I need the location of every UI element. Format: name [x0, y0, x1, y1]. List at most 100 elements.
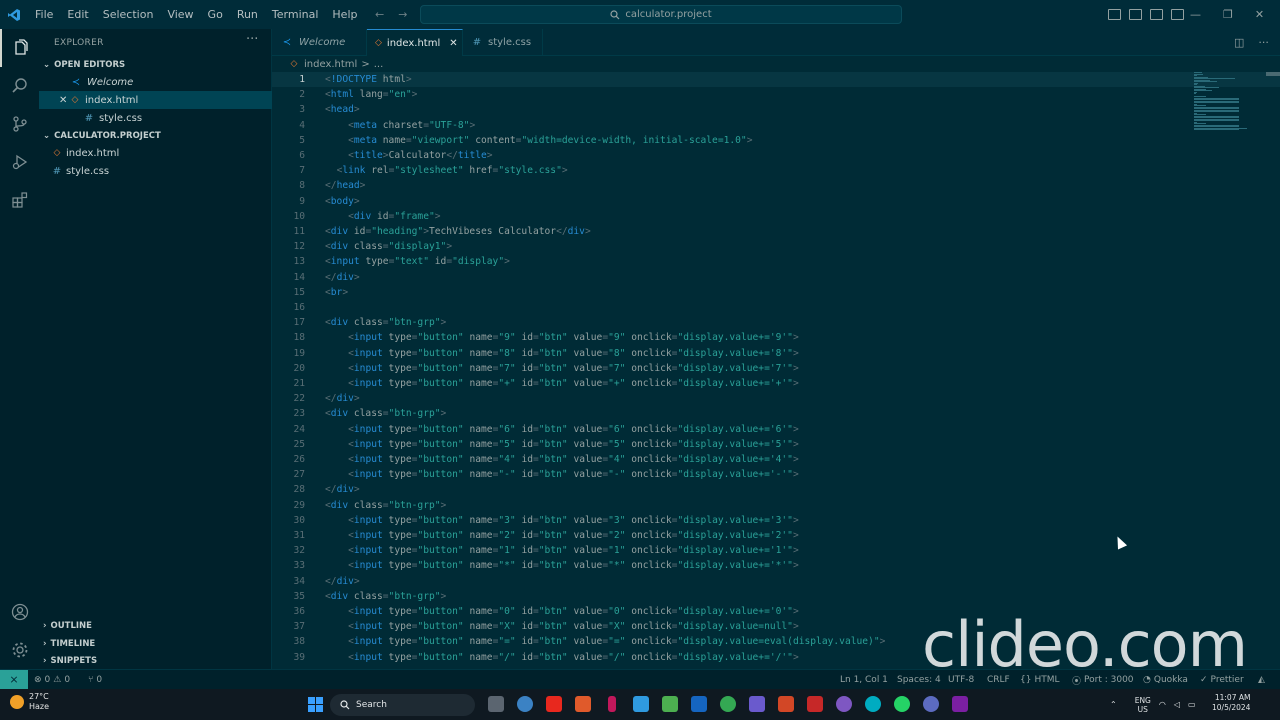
menu-terminal[interactable]: Terminal	[265, 0, 326, 29]
code-line[interactable]: 33 <input type="button" name="*" id="btn…	[272, 558, 1280, 573]
toggle-secondary-sidebar-icon[interactable]	[1150, 9, 1163, 20]
code-line[interactable]: 23 <div class="btn-grp">	[272, 406, 1280, 421]
problems-indicator[interactable]: ⊗ 0 ⚠ 0	[34, 670, 70, 690]
code-line[interactable]: 3 <head>	[272, 102, 1280, 117]
code-line[interactable]: 14 </div>	[272, 270, 1280, 285]
file-style-css[interactable]: # style.css	[39, 162, 272, 180]
code-line[interactable]: 6 <title>Calculator</title>	[272, 148, 1280, 163]
cursor-position[interactable]: Ln 1, Col 1	[840, 670, 888, 690]
recorder-icon[interactable]	[836, 696, 852, 712]
code-line[interactable]: 29 <div class="btn-grp">	[272, 498, 1280, 513]
language-indicator[interactable]: ENG US	[1135, 696, 1151, 714]
outline-section[interactable]: › OUTLINE	[39, 617, 272, 634]
quokka-indicator[interactable]: ◔ Quokka	[1143, 670, 1188, 690]
breadcrumb-symbols[interactable]: ...	[374, 59, 384, 70]
toggle-sidebar-icon[interactable]	[1108, 9, 1121, 20]
extensions-icon[interactable]	[0, 181, 39, 219]
weather-widget[interactable]: 27°C Haze	[10, 692, 49, 712]
open-editor-style-css[interactable]: # style.css	[39, 109, 272, 127]
minimize-button[interactable]: —	[1190, 8, 1201, 21]
back-arrow-icon[interactable]: ←	[375, 8, 384, 21]
explorer-icon[interactable]	[0, 29, 39, 67]
task-view-icon[interactable]	[488, 696, 504, 712]
pin-icon[interactable]	[608, 696, 616, 712]
live-server-port[interactable]: ⦿ Port : 3000	[1072, 670, 1134, 690]
tray-overflow-icon[interactable]: ⌃	[1110, 700, 1117, 709]
code-line[interactable]: 22 </div>	[272, 391, 1280, 406]
tab-welcome[interactable]: ≺ Welcome	[272, 29, 367, 56]
remote-indicator-icon[interactable]: ⨯	[0, 669, 28, 690]
open-editor-welcome[interactable]: ≺ Welcome	[39, 73, 272, 91]
scrollbar-thumb[interactable]	[1266, 72, 1280, 76]
encoding[interactable]: UTF-8	[948, 670, 974, 690]
code-line[interactable]: 10 <div id="frame">	[272, 209, 1280, 224]
wifi-icon[interactable]: ◠	[1159, 700, 1166, 709]
code-line[interactable]: 26 <input type="button" name="4" id="btn…	[272, 452, 1280, 467]
code-line[interactable]: 7 <link rel="stylesheet" href="style.css…	[272, 163, 1280, 178]
prettier-indicator[interactable]: ✓ Prettier	[1200, 670, 1244, 690]
language-mode[interactable]: {} HTML	[1020, 670, 1060, 690]
account-icon[interactable]	[0, 593, 39, 631]
code-line[interactable]: 31 <input type="button" name="2" id="btn…	[272, 528, 1280, 543]
command-center-search[interactable]: calculator.project	[420, 5, 902, 24]
code-line[interactable]: 2 <html lang="en">	[272, 87, 1280, 102]
menu-view[interactable]: View	[160, 0, 200, 29]
code-line[interactable]: 8 </head>	[272, 178, 1280, 193]
tab-style-css[interactable]: # style.css	[463, 29, 543, 56]
vscode-taskbar-icon[interactable]	[633, 696, 649, 712]
code-line[interactable]: 21 <input type="button" name="+" id="btn…	[272, 376, 1280, 391]
forward-arrow-icon[interactable]: →	[398, 8, 407, 21]
app2-icon[interactable]	[923, 696, 939, 712]
code-line[interactable]: 1 <!DOCTYPE html>	[272, 72, 1280, 88]
code-line[interactable]: 12 <div class="display1">	[272, 239, 1280, 254]
end-of-line[interactable]: CRLF	[987, 670, 1010, 690]
menu-edit[interactable]: Edit	[60, 0, 95, 29]
battery-icon[interactable]: ▭	[1188, 700, 1196, 709]
clipchamp-icon[interactable]	[952, 696, 968, 712]
customize-layout-icon[interactable]	[1171, 9, 1184, 20]
timeline-section[interactable]: › TIMELINE	[39, 635, 272, 652]
edge-icon[interactable]	[517, 696, 533, 712]
code-line[interactable]: 24 <input type="button" name="6" id="btn…	[272, 422, 1280, 437]
code-line[interactable]: 34 </div>	[272, 574, 1280, 589]
more-actions-icon[interactable]: ···	[1258, 36, 1269, 49]
tab-index-html[interactable]: ◇ index.html ✕	[367, 29, 463, 56]
powerpoint-icon[interactable]	[778, 696, 794, 712]
code-line[interactable]: 30 <input type="button" name="3" id="btn…	[272, 513, 1280, 528]
code-line[interactable]: 25 <input type="button" name="5" id="btn…	[272, 437, 1280, 452]
code-editor[interactable]: 1 <!DOCTYPE html> 2 <html lang="en"> 3 <head>…	[272, 72, 1280, 669]
acrobat-icon[interactable]	[807, 696, 823, 712]
code-line[interactable]: 27 <input type="button" name="-" id="btn…	[272, 467, 1280, 482]
code-line[interactable]: 18 <input type="button" name="9" id="btn…	[272, 330, 1280, 345]
canva-icon[interactable]	[865, 696, 881, 712]
code-line[interactable]: 5 <meta name="viewport" content="width=d…	[272, 133, 1280, 148]
menu-selection[interactable]: Selection	[96, 0, 161, 29]
whatsapp-icon[interactable]	[894, 696, 910, 712]
close-tab-icon[interactable]: ✕	[449, 38, 457, 49]
source-control-icon[interactable]	[0, 105, 39, 143]
project-section[interactable]: ⌄ CALCULATOR.PROJECT	[39, 127, 272, 144]
store-icon[interactable]	[662, 696, 678, 712]
visual-studio-icon[interactable]	[691, 696, 707, 712]
code-line[interactable]: 17 <div class="btn-grp">	[272, 315, 1280, 330]
toggle-panel-icon[interactable]	[1129, 9, 1142, 20]
minimap[interactable]	[1194, 72, 1254, 132]
menu-help[interactable]: Help	[325, 0, 364, 29]
notifications-bell-icon[interactable]: ◭	[1258, 670, 1265, 690]
code-line[interactable]: 28 </div>	[272, 482, 1280, 497]
code-line[interactable]: 32 <input type="button" name="1" id="btn…	[272, 543, 1280, 558]
close-icon[interactable]: ✕	[59, 95, 69, 106]
clock[interactable]: 11:07 AM 10/5/2024	[1212, 693, 1250, 713]
code-line[interactable]: 16	[272, 300, 1280, 315]
indentation[interactable]: Spaces: 4	[897, 670, 941, 690]
search-view-icon[interactable]	[0, 67, 39, 105]
menu-go[interactable]: Go	[201, 0, 230, 29]
split-editor-icon[interactable]: ◫	[1234, 36, 1244, 49]
code-line[interactable]: 20 <input type="button" name="7" id="btn…	[272, 361, 1280, 376]
snippets-section[interactable]: › SNIPPETS	[39, 652, 272, 669]
file-index-html[interactable]: ◇ index.html	[39, 144, 272, 162]
run-debug-icon[interactable]	[0, 143, 39, 181]
close-window-button[interactable]: ✕	[1255, 8, 1264, 21]
windows-start-icon[interactable]	[308, 697, 323, 712]
open-editor-index-html[interactable]: ✕ ◇ index.html	[39, 91, 272, 109]
